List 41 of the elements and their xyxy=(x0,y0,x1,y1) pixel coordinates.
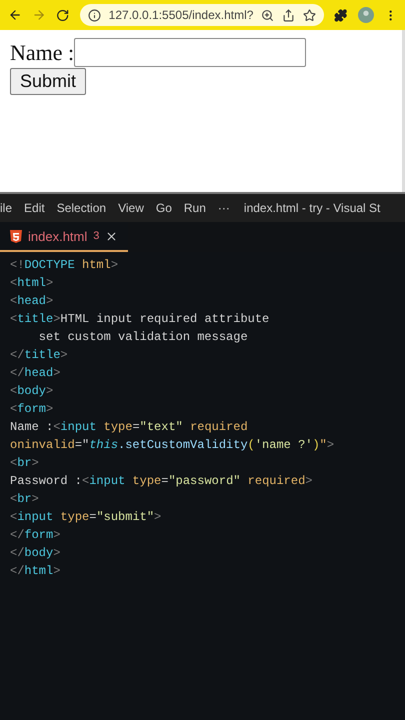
menu-item[interactable]: Selection xyxy=(56,201,106,215)
code-line: </title> xyxy=(10,347,69,364)
code-line: Name :<input type="text" required xyxy=(10,419,249,436)
menu-item[interactable]: Run xyxy=(184,201,206,215)
html5-icon xyxy=(10,230,22,242)
code-line: set custom validation message xyxy=(38,329,249,346)
code-line: <br> xyxy=(10,491,40,508)
code-line: <!DOCTYPE html> xyxy=(10,257,120,274)
code-line: <br> xyxy=(10,455,40,472)
code-line: <form> xyxy=(10,401,54,418)
reload-icon[interactable] xyxy=(56,8,70,22)
code-line: </html> xyxy=(10,563,62,580)
code-line: oninvalid="this.setCustomValidity('name ?')"> xyxy=(10,437,336,454)
code-line: <input type="submit"> xyxy=(10,509,162,526)
code-line: <html> xyxy=(10,275,54,292)
code-line: Password :<input type="password" required> xyxy=(10,473,314,490)
code-line: </head> xyxy=(10,365,62,382)
extensions-icon[interactable] xyxy=(334,8,348,22)
star-icon[interactable] xyxy=(303,8,316,22)
name-field[interactable] xyxy=(74,38,306,67)
code-line: </form> xyxy=(10,527,62,544)
window-title: index.html - try - Visual St xyxy=(244,201,380,215)
share-icon[interactable] xyxy=(282,8,296,22)
name-label: Name : xyxy=(10,40,74,66)
tab-label: index.html xyxy=(28,228,88,244)
menu-item[interactable]: ile xyxy=(0,201,12,215)
code-line: </body> xyxy=(10,545,62,562)
code-line: <title>HTML input required attribute xyxy=(10,311,270,328)
code-line: <head> xyxy=(10,293,54,310)
menu-item[interactable]: ··· xyxy=(218,201,230,215)
menu-item[interactable]: Edit xyxy=(24,201,45,215)
menu-item[interactable]: Go xyxy=(156,201,172,215)
zoom-icon[interactable] xyxy=(261,8,274,22)
close-icon[interactable] xyxy=(105,230,118,242)
code-line: <body> xyxy=(10,383,54,400)
info-icon[interactable] xyxy=(88,8,101,22)
url-text: 127.0.0.1:5505/index.html? xyxy=(108,8,254,22)
submit-button[interactable]: Submit xyxy=(10,68,86,95)
problem-count: 3 xyxy=(93,230,100,242)
menu-item[interactable]: View xyxy=(118,201,144,215)
address-bar[interactable]: 127.0.0.1:5505/index.html? xyxy=(80,4,324,26)
